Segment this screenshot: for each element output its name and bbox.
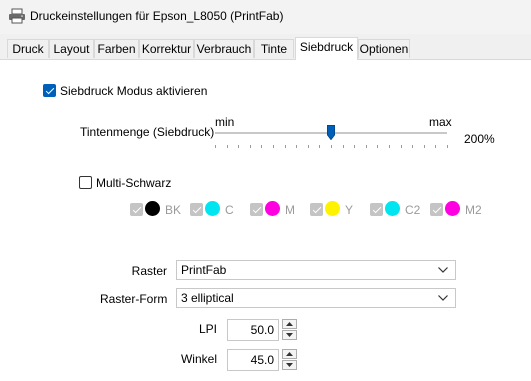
channel-m-checkbox[interactable]	[250, 203, 263, 216]
lpi-spin-down[interactable]	[282, 330, 297, 340]
channel-c-label: C	[225, 203, 234, 217]
ink-amount-max-label: max	[429, 115, 452, 129]
ink-amount-label: Tintenmenge (Siebdruck)	[80, 125, 215, 139]
slider-tick	[412, 145, 414, 148]
ink-amount-slider-thumb[interactable]	[327, 125, 335, 140]
window-title: Druckeinstellungen für Epson_L8050 (Prin…	[30, 9, 284, 23]
slider-tick	[226, 145, 228, 148]
arrow-up-icon	[286, 352, 293, 356]
channel-m-label: M	[285, 203, 295, 217]
slider-tick	[296, 145, 298, 148]
tab-farben[interactable]: Farben	[94, 39, 139, 58]
channel-c-swatch	[205, 201, 220, 216]
tab-layout[interactable]: Layout	[49, 39, 94, 58]
channel-c2-checkbox[interactable]	[370, 203, 383, 216]
slider-tick	[319, 145, 321, 148]
chevron-down-icon	[438, 295, 448, 301]
slider-tick	[377, 145, 379, 148]
channel-bk-swatch	[145, 201, 160, 216]
slider-tick	[365, 145, 367, 148]
lpi-label: LPI	[198, 322, 217, 336]
slider-tick	[389, 145, 390, 148]
ink-amount-min-label: min	[215, 115, 235, 129]
tab-bar: Druck Layout Farben Korrektur Verbrauch …	[0, 37, 531, 60]
slider-tick	[342, 145, 344, 148]
tab-tinte[interactable]: Tinte	[254, 39, 294, 58]
tab-korrektur[interactable]: Korrektur	[139, 39, 194, 58]
chevron-down-icon	[438, 267, 448, 273]
channel-y-checkbox[interactable]	[310, 203, 323, 216]
channel-m-swatch	[265, 201, 280, 216]
slider-tick	[354, 145, 356, 148]
channel-bk-label: BK	[165, 203, 182, 217]
channel-m2-swatch	[445, 201, 460, 216]
tab-verbrauch[interactable]: Verbrauch	[194, 39, 254, 58]
ink-amount-value: 200%	[464, 132, 495, 146]
raster-form-label: Raster-Form	[100, 292, 168, 306]
raster-form-select-value: 3 elliptical	[181, 291, 234, 305]
slider-tick	[435, 145, 437, 148]
multi-black-label[interactable]: Multi-Schwarz	[96, 176, 171, 190]
slider-tick	[423, 145, 425, 148]
raster-form-select[interactable]: 3 elliptical	[176, 288, 456, 308]
angle-spin-down[interactable]	[282, 360, 297, 370]
channel-c2-swatch	[385, 201, 400, 216]
angle-input[interactable]: 45.0	[227, 349, 279, 371]
slider-tick	[447, 145, 448, 148]
angle-spin-up[interactable]	[282, 349, 297, 359]
lpi-spin-up[interactable]	[282, 319, 297, 329]
raster-select-value: PrintFab	[181, 263, 227, 277]
channel-m2-checkbox[interactable]	[430, 203, 443, 216]
slider-tick	[331, 145, 332, 148]
arrow-up-icon	[286, 322, 293, 326]
slider-tick	[249, 145, 251, 148]
raster-label: Raster	[131, 264, 167, 278]
arrow-down-icon	[286, 333, 293, 337]
slider-tick	[238, 145, 240, 148]
channel-bk-checkbox[interactable]	[130, 203, 143, 216]
tab-siebdruck[interactable]: Siebdruck	[295, 37, 358, 60]
channel-y-label: Y	[345, 203, 354, 217]
slider-tick	[273, 145, 274, 148]
slider-tick	[261, 145, 263, 148]
channel-m2-label: M2	[465, 203, 482, 217]
raster-select[interactable]: PrintFab	[176, 260, 456, 280]
tab-druck[interactable]: Druck	[7, 39, 49, 58]
screen-print-enable-checkbox[interactable]	[43, 84, 56, 97]
screen-print-enable-label[interactable]: Siebdruck Modus aktivieren	[60, 84, 207, 98]
angle-label: Winkel	[180, 352, 217, 366]
slider-tick	[284, 145, 286, 148]
slider-tick	[307, 145, 309, 148]
slider-tick	[215, 145, 216, 148]
arrow-down-icon	[286, 363, 293, 367]
tab-optionen[interactable]: Optionen	[358, 39, 410, 58]
lpi-input[interactable]: 50.0	[227, 319, 279, 341]
printer-icon	[9, 8, 25, 24]
channel-c2-label: C2	[405, 203, 421, 217]
slider-tick	[400, 145, 402, 148]
channel-c-checkbox[interactable]	[190, 203, 203, 216]
multi-black-checkbox[interactable]	[79, 176, 92, 189]
title-bar: Druckeinstellungen für Epson_L8050 (Prin…	[0, 0, 531, 34]
channel-y-swatch	[325, 201, 340, 216]
